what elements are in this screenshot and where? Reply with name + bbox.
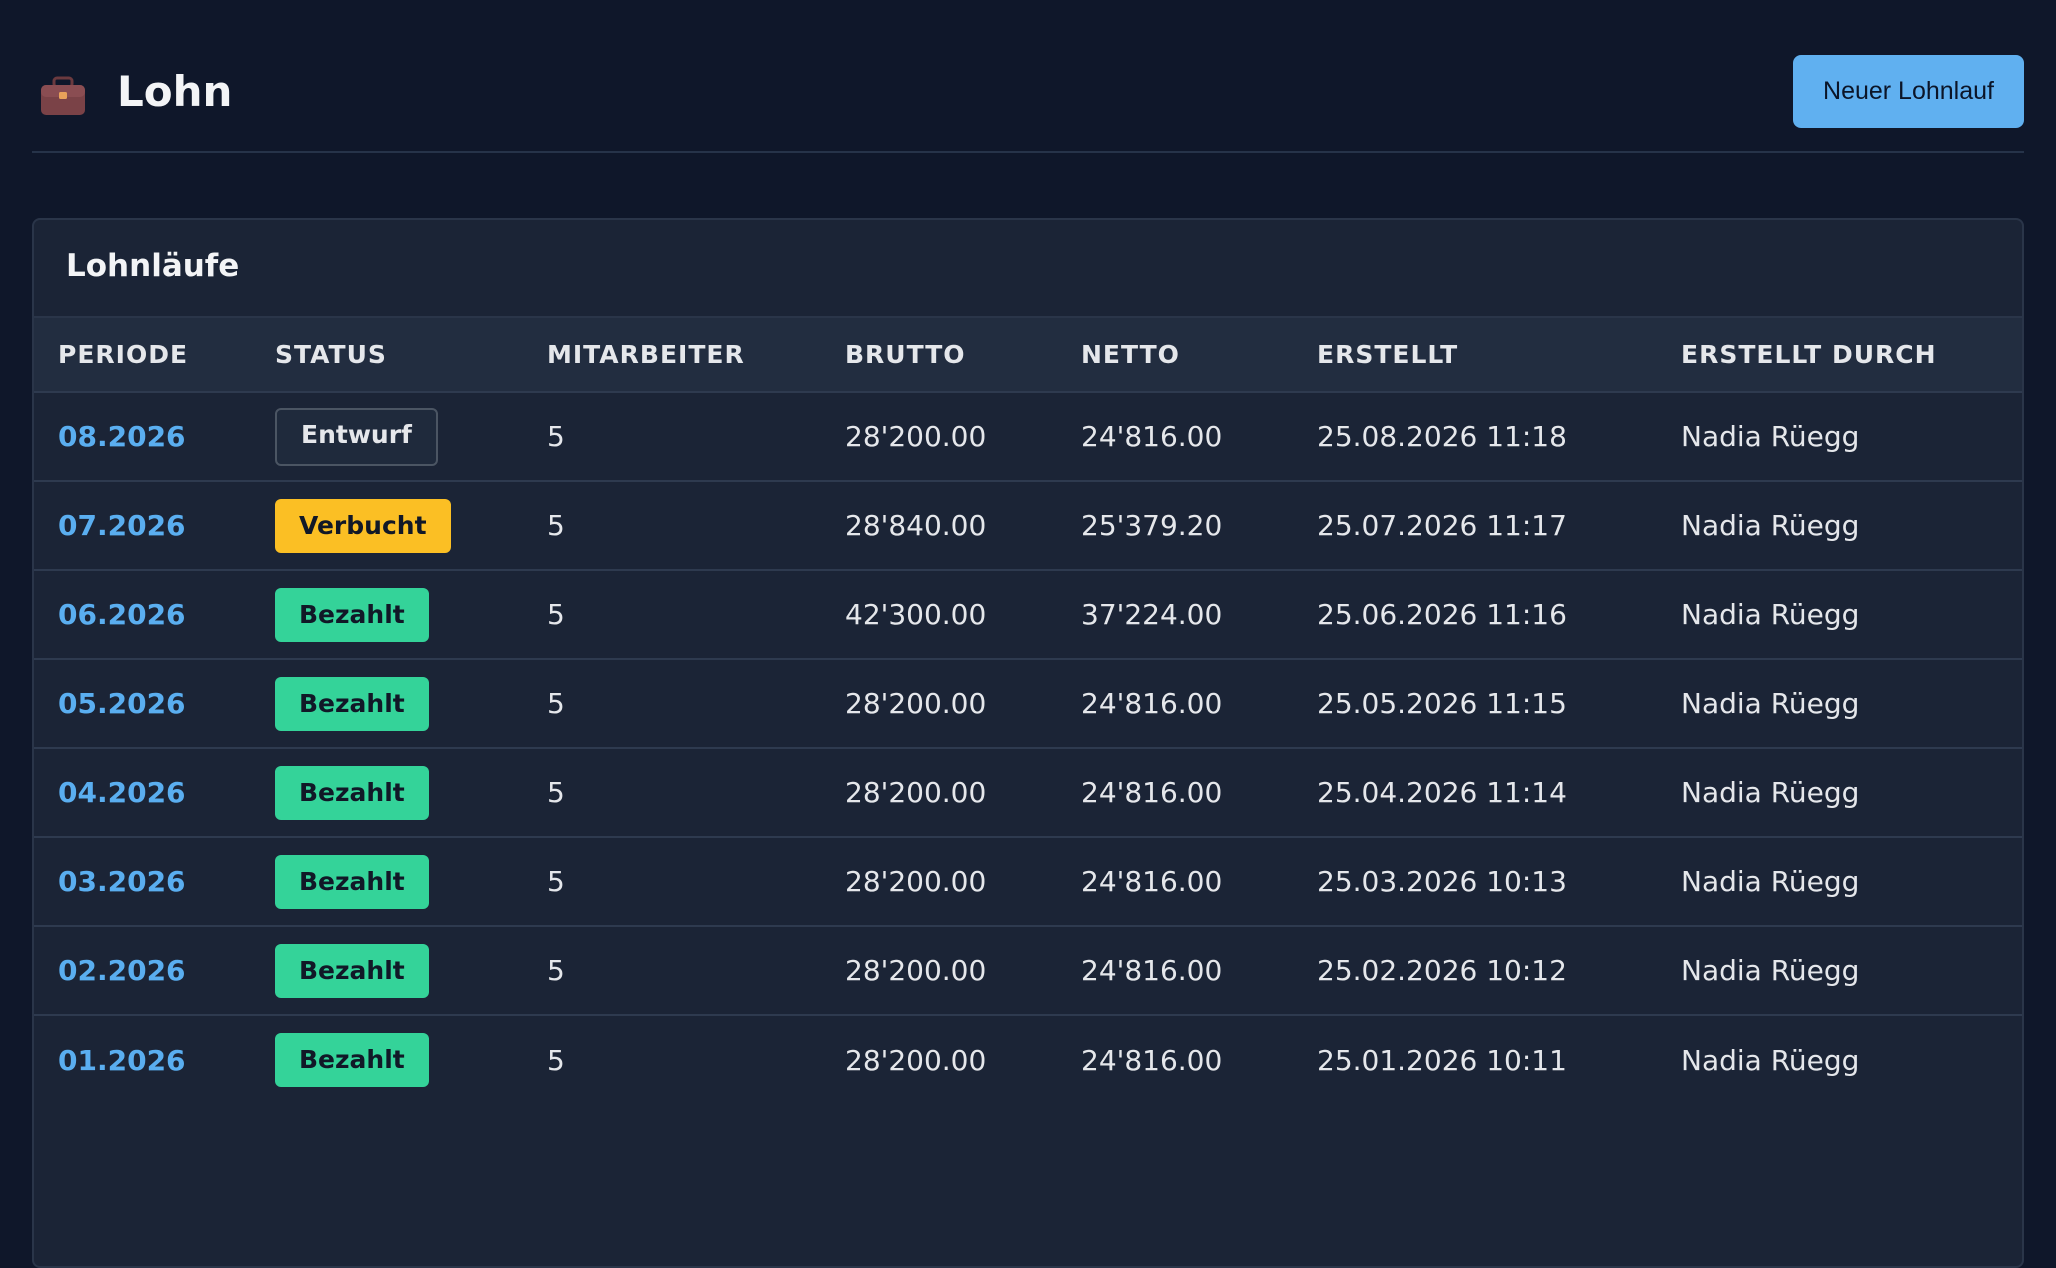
status-badge: Entwurf <box>275 407 438 466</box>
cell-created-by: Nadia Rüegg <box>1657 481 2022 571</box>
cell-net: 24'816.00 <box>1057 748 1293 838</box>
period-link[interactable]: 08.2026 <box>58 420 186 453</box>
page-header: Lohn Neuer Lohnlauf <box>32 0 2024 153</box>
status-badge: Bezahlt <box>275 587 429 642</box>
cell-period: 07.2026 <box>34 481 251 571</box>
payroll-runs-card: Lohnläufe PERIODE STATUS MITARBEITER BRU… <box>32 218 2024 1268</box>
cell-created: 25.07.2026 11:17 <box>1293 481 1657 571</box>
period-link[interactable]: 07.2026 <box>58 509 186 542</box>
cell-status: Bezahlt <box>251 837 523 927</box>
table-row[interactable]: 08.2026 Entwurf 5 28'200.00 24'816.00 25… <box>34 392 2022 482</box>
table-row[interactable]: 05.2026 Bezahlt 5 28'200.00 24'816.00 25… <box>34 659 2022 749</box>
cell-created-by: Nadia Rüegg <box>1681 1043 1860 1077</box>
cell-created: 25.05.2026 11:15 <box>1293 659 1657 749</box>
cell-gross: 28'840.00 <box>821 481 1057 571</box>
cell-gross: 28'200.00 <box>821 659 1057 749</box>
table-row[interactable]: 07.2026 Verbucht 5 28'840.00 25'379.20 2… <box>34 481 2022 571</box>
cell-gross: 28'200.00 <box>821 837 1057 927</box>
cell-employees: 5 <box>523 659 821 749</box>
table-row[interactable]: 03.2026 Bezahlt 5 28'200.00 24'816.00 25… <box>34 837 2022 927</box>
cell-created-by: Nadia Rüegg <box>1657 837 2022 927</box>
cell-period: 01.2026 <box>34 1015 251 1104</box>
cell-created-by: Nadia Rüegg <box>1657 392 2022 482</box>
cell-employees: 5 <box>523 748 821 838</box>
column-header-gross[interactable]: BRUTTO <box>821 318 1057 393</box>
cell-created: 25.08.2026 11:18 <box>1293 392 1657 482</box>
cell-gross: 42'300.00 <box>821 570 1057 660</box>
table-row[interactable]: 01.2026 Bezahlt 5 28'200.00 24'816.00 25… <box>34 1015 2022 1104</box>
cell-created: 25.06.2026 11:16 <box>1293 570 1657 660</box>
cell-status: Entwurf <box>251 392 523 482</box>
cell-created: 25.02.2026 10:12 <box>1293 926 1657 1016</box>
cell-status: Verbucht <box>251 481 523 571</box>
page-title: Lohn <box>117 67 233 116</box>
table-row[interactable]: 06.2026 Bezahlt 5 42'300.00 37'224.00 25… <box>34 570 2022 660</box>
period-link[interactable]: 03.2026 <box>58 865 186 898</box>
cell-employees: 5 <box>523 392 821 482</box>
cell-period: 02.2026 <box>34 926 251 1016</box>
status-badge: Bezahlt <box>275 854 429 909</box>
cell-gross: 28'200.00 <box>821 392 1057 482</box>
cell-status: Bezahlt <box>251 570 523 660</box>
cell-created: 25.01.2026 10:11 <box>1317 1043 1567 1077</box>
cell-created: 25.04.2026 11:14 <box>1293 748 1657 838</box>
status-badge: Verbucht <box>275 498 451 553</box>
cell-net: 25'379.20 <box>1057 481 1293 571</box>
cell-created-by: Nadia Rüegg <box>1657 659 2022 749</box>
cell-created-by: Nadia Rüegg <box>1657 748 2022 838</box>
period-link[interactable]: 02.2026 <box>58 954 186 987</box>
period-link[interactable]: 06.2026 <box>58 598 186 631</box>
card-header: Lohnläufe <box>34 220 2022 318</box>
column-header-created-by[interactable]: ERSTELLT DURCH <box>1657 318 2022 393</box>
status-badge: Bezahlt <box>275 765 429 820</box>
period-link[interactable]: 04.2026 <box>58 776 186 809</box>
cell-period: 08.2026 <box>34 392 251 482</box>
cell-employees: 5 <box>523 837 821 927</box>
period-link[interactable]: 05.2026 <box>58 687 186 720</box>
column-header-status[interactable]: STATUS <box>251 318 523 393</box>
card-title: Lohnläufe <box>66 248 240 284</box>
cell-net: 24'816.00 <box>1057 659 1293 749</box>
cell-employees: 5 <box>523 926 821 1016</box>
cell-net: 24'816.00 <box>1057 392 1293 482</box>
cell-period: 03.2026 <box>34 837 251 927</box>
cell-net: 24'816.00 <box>1057 837 1293 927</box>
column-header-employees[interactable]: MITARBEITER <box>523 318 821 393</box>
cell-net: 37'224.00 <box>1057 570 1293 660</box>
cell-created-by: Nadia Rüegg <box>1657 926 2022 1016</box>
status-badge: Bezahlt <box>275 1033 429 1087</box>
cell-period: 06.2026 <box>34 570 251 660</box>
briefcase-icon <box>41 76 85 115</box>
cell-employees: 5 <box>523 481 821 571</box>
cell-gross: 28'200.00 <box>821 926 1057 1016</box>
cell-employees: 5 <box>523 570 821 660</box>
column-header-period[interactable]: PERIODE <box>34 318 251 393</box>
cell-status: Bezahlt <box>251 748 523 838</box>
cell-gross: 28'200.00 <box>845 1043 987 1077</box>
cell-status: Bezahlt <box>251 926 523 1016</box>
new-payroll-run-button[interactable]: Neuer Lohnlauf <box>1793 55 2024 128</box>
cell-employees: 5 <box>547 1043 565 1077</box>
status-badge: Bezahlt <box>275 676 429 731</box>
cell-created-by: Nadia Rüegg <box>1657 570 2022 660</box>
column-header-net[interactable]: NETTO <box>1057 318 1293 393</box>
column-header-created[interactable]: ERSTELLT <box>1293 318 1657 393</box>
cell-net: 24'816.00 <box>1057 926 1293 1016</box>
table-header-row: PERIODE STATUS MITARBEITER BRUTTO NETTO … <box>34 318 2022 393</box>
cell-created: 25.03.2026 10:13 <box>1293 837 1657 927</box>
cell-net: 24'816.00 <box>1081 1043 1223 1077</box>
cell-gross: 28'200.00 <box>821 748 1057 838</box>
cell-status: Bezahlt <box>251 1015 523 1104</box>
payroll-runs-table: PERIODE STATUS MITARBEITER BRUTTO NETTO … <box>34 318 2022 1104</box>
cell-period: 04.2026 <box>34 748 251 838</box>
period-link[interactable]: 01.2026 <box>58 1044 186 1077</box>
table-row[interactable]: 02.2026 Bezahlt 5 28'200.00 24'816.00 25… <box>34 926 2022 1016</box>
table-row[interactable]: 04.2026 Bezahlt 5 28'200.00 24'816.00 25… <box>34 748 2022 838</box>
cell-period: 05.2026 <box>34 659 251 749</box>
status-badge: Bezahlt <box>275 943 429 998</box>
cell-status: Bezahlt <box>251 659 523 749</box>
